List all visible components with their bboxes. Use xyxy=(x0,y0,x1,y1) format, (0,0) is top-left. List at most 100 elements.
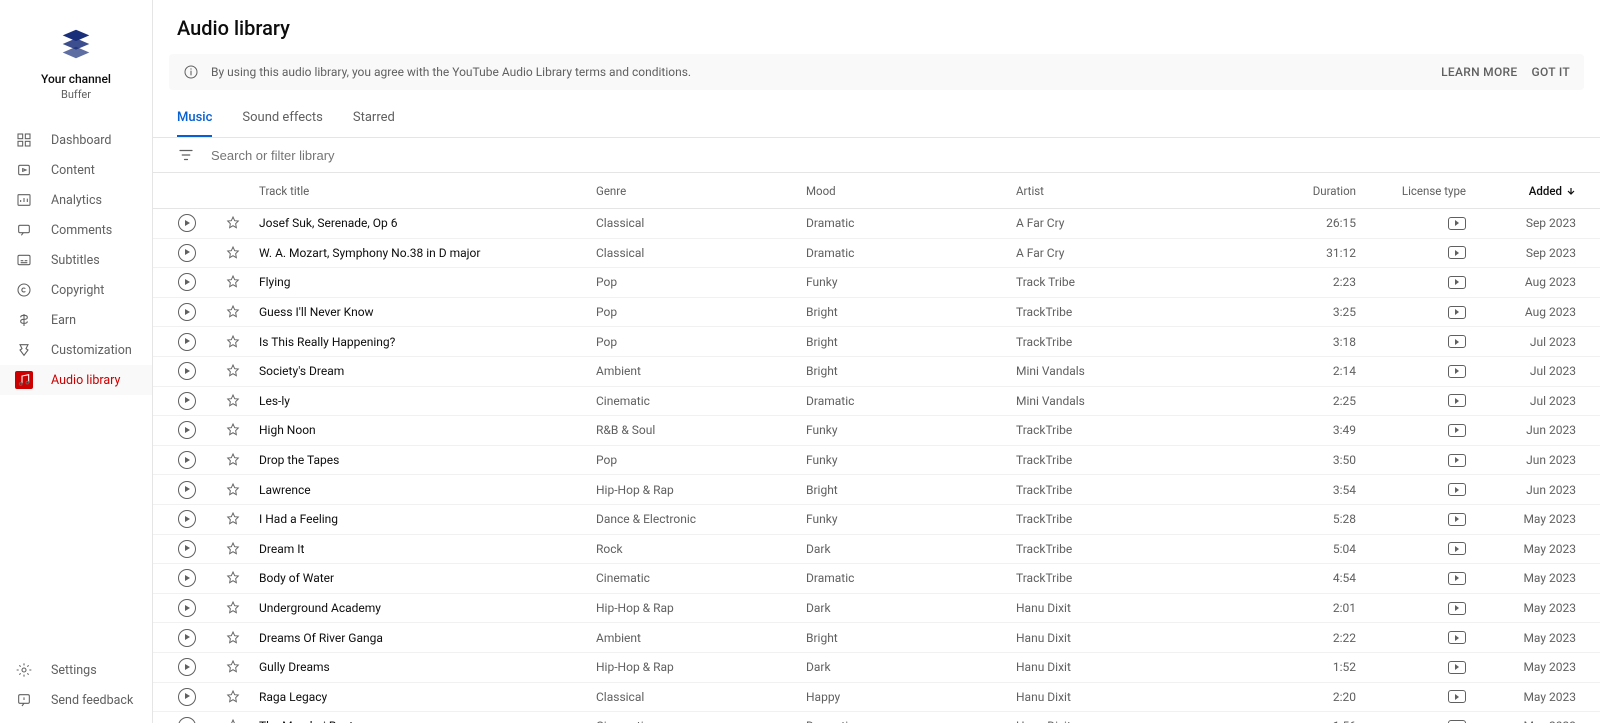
table-row[interactable]: Drop the TapesPopFunkyTrackTribe3:50Jun … xyxy=(153,446,1600,476)
table-row[interactable]: Society's DreamAmbientBrightMini Vandals… xyxy=(153,357,1600,387)
th-artist[interactable]: Artist xyxy=(1016,184,1236,198)
youtube-license-icon xyxy=(1448,572,1466,585)
play-button[interactable] xyxy=(177,480,197,500)
play-button[interactable] xyxy=(177,361,197,381)
sidebar-item-copyright[interactable]: Copyright xyxy=(0,275,152,305)
th-genre[interactable]: Genre xyxy=(596,184,806,198)
star-button[interactable] xyxy=(223,539,243,559)
tab-starred[interactable]: Starred xyxy=(353,100,395,137)
star-button[interactable] xyxy=(223,716,243,723)
star-button[interactable] xyxy=(223,450,243,470)
table-row[interactable]: Raga LegacyClassicalHappyHanu Dixit2:20M… xyxy=(153,683,1600,713)
table-row[interactable]: Is This Really Happening?PopBrightTrackT… xyxy=(153,327,1600,357)
star-button[interactable] xyxy=(223,480,243,500)
track-added: Jul 2023 xyxy=(1466,394,1576,408)
play-button[interactable] xyxy=(177,539,197,559)
table-row[interactable]: FlyingPopFunkyTrack Tribe2:23Aug 2023 xyxy=(153,268,1600,298)
star-button[interactable] xyxy=(223,391,243,411)
play-button[interactable] xyxy=(177,450,197,470)
track-license xyxy=(1356,335,1466,348)
play-button[interactable] xyxy=(177,657,197,677)
play-button[interactable] xyxy=(177,509,197,529)
play-button[interactable] xyxy=(177,716,197,723)
th-duration[interactable]: Duration xyxy=(1313,184,1356,198)
table-row[interactable]: Dreams Of River GangaAmbientBrightHanu D… xyxy=(153,623,1600,653)
th-title[interactable]: Track title xyxy=(259,184,596,198)
track-duration: 3:49 xyxy=(1236,423,1356,437)
th-added[interactable]: Added xyxy=(1529,184,1576,198)
track-duration: 3:50 xyxy=(1236,453,1356,467)
track-license xyxy=(1356,394,1466,407)
tab-music[interactable]: Music xyxy=(177,100,212,137)
sidebar-item-customization[interactable]: Customization xyxy=(0,335,152,365)
star-button[interactable] xyxy=(223,420,243,440)
play-button[interactable] xyxy=(177,243,197,263)
play-button[interactable] xyxy=(177,391,197,411)
track-genre: Rock xyxy=(596,542,806,556)
table-row[interactable]: Underground AcademyHip-Hop & RapDarkHanu… xyxy=(153,594,1600,624)
footer-item-feedback[interactable]: Send feedback xyxy=(0,685,152,715)
star-button[interactable] xyxy=(223,598,243,618)
play-button[interactable] xyxy=(177,598,197,618)
star-button[interactable] xyxy=(223,509,243,529)
track-genre: Classical xyxy=(596,246,806,260)
star-button[interactable] xyxy=(223,687,243,707)
th-license[interactable]: License type xyxy=(1402,184,1466,198)
sidebar-item-subtitles[interactable]: Subtitles xyxy=(0,245,152,275)
star-button[interactable] xyxy=(223,302,243,322)
track-artist: Hanu Dixit xyxy=(1016,601,1236,615)
table-row[interactable]: The Mumbai BeatCinematicDramaticHanu Dix… xyxy=(153,712,1600,723)
star-button[interactable] xyxy=(223,213,243,233)
star-button[interactable] xyxy=(223,628,243,648)
th-mood[interactable]: Mood xyxy=(806,184,1016,198)
search-input[interactable] xyxy=(211,148,511,163)
sidebar-item-earn[interactable]: Earn xyxy=(0,305,152,335)
tab-sound-effects[interactable]: Sound effects xyxy=(242,100,322,137)
table-row[interactable]: W. A. Mozart, Symphony No.38 in D majorC… xyxy=(153,239,1600,269)
table-row[interactable]: Body of WaterCinematicDramaticTrackTribe… xyxy=(153,564,1600,594)
star-button[interactable] xyxy=(223,568,243,588)
track-duration: 3:18 xyxy=(1236,335,1356,349)
play-button[interactable] xyxy=(177,302,197,322)
track-license xyxy=(1356,246,1466,259)
table-row[interactable]: I Had a FeelingDance & ElectronicFunkyTr… xyxy=(153,505,1600,535)
sidebar-item-comments[interactable]: Comments xyxy=(0,215,152,245)
play-button[interactable] xyxy=(177,272,197,292)
star-button[interactable] xyxy=(223,332,243,352)
got-it-button[interactable]: GOT IT xyxy=(1531,65,1570,79)
play-button[interactable] xyxy=(177,628,197,648)
play-button[interactable] xyxy=(177,332,197,352)
star-button[interactable] xyxy=(223,243,243,263)
track-table[interactable]: Track title Genre Mood Artist Duration L… xyxy=(153,172,1600,723)
sidebar-item-audio[interactable]: Audio library xyxy=(0,365,152,395)
table-row[interactable]: Dream ItRockDarkTrackTribe5:04May 2023 xyxy=(153,535,1600,565)
play-button[interactable] xyxy=(177,213,197,233)
track-artist: TrackTribe xyxy=(1016,483,1236,497)
track-genre: Dance & Electronic xyxy=(596,512,806,526)
sidebar-item-dashboard[interactable]: Dashboard xyxy=(0,125,152,155)
channel-block[interactable]: Your channel Buffer xyxy=(0,14,152,119)
filter-icon[interactable] xyxy=(177,146,195,164)
sidebar-item-analytics[interactable]: Analytics xyxy=(0,185,152,215)
learn-more-button[interactable]: LEARN MORE xyxy=(1441,65,1517,79)
track-added: Jun 2023 xyxy=(1466,423,1576,437)
track-added: Sep 2023 xyxy=(1466,216,1576,230)
track-duration: 2:01 xyxy=(1236,601,1356,615)
star-button[interactable] xyxy=(223,272,243,292)
track-added: Jun 2023 xyxy=(1466,453,1576,467)
table-row[interactable]: Guess I'll Never KnowPopBrightTrackTribe… xyxy=(153,298,1600,328)
table-row[interactable]: Gully DreamsHip-Hop & RapDarkHanu Dixit1… xyxy=(153,653,1600,683)
table-row[interactable]: LawrenceHip-Hop & RapBrightTrackTribe3:5… xyxy=(153,475,1600,505)
sidebar-item-content[interactable]: Content xyxy=(0,155,152,185)
play-button[interactable] xyxy=(177,420,197,440)
table-row[interactable]: High NoonR&B & SoulFunkyTrackTribe3:49Ju… xyxy=(153,416,1600,446)
star-button[interactable] xyxy=(223,657,243,677)
star-button[interactable] xyxy=(223,361,243,381)
track-duration: 3:54 xyxy=(1236,483,1356,497)
table-header: Track title Genre Mood Artist Duration L… xyxy=(153,173,1600,209)
play-button[interactable] xyxy=(177,568,197,588)
table-row[interactable]: Josef Suk, Serenade, Op 6ClassicalDramat… xyxy=(153,209,1600,239)
table-row[interactable]: Les-lyCinematicDramaticMini Vandals2:25J… xyxy=(153,387,1600,417)
footer-item-settings[interactable]: Settings xyxy=(0,655,152,685)
play-button[interactable] xyxy=(177,687,197,707)
